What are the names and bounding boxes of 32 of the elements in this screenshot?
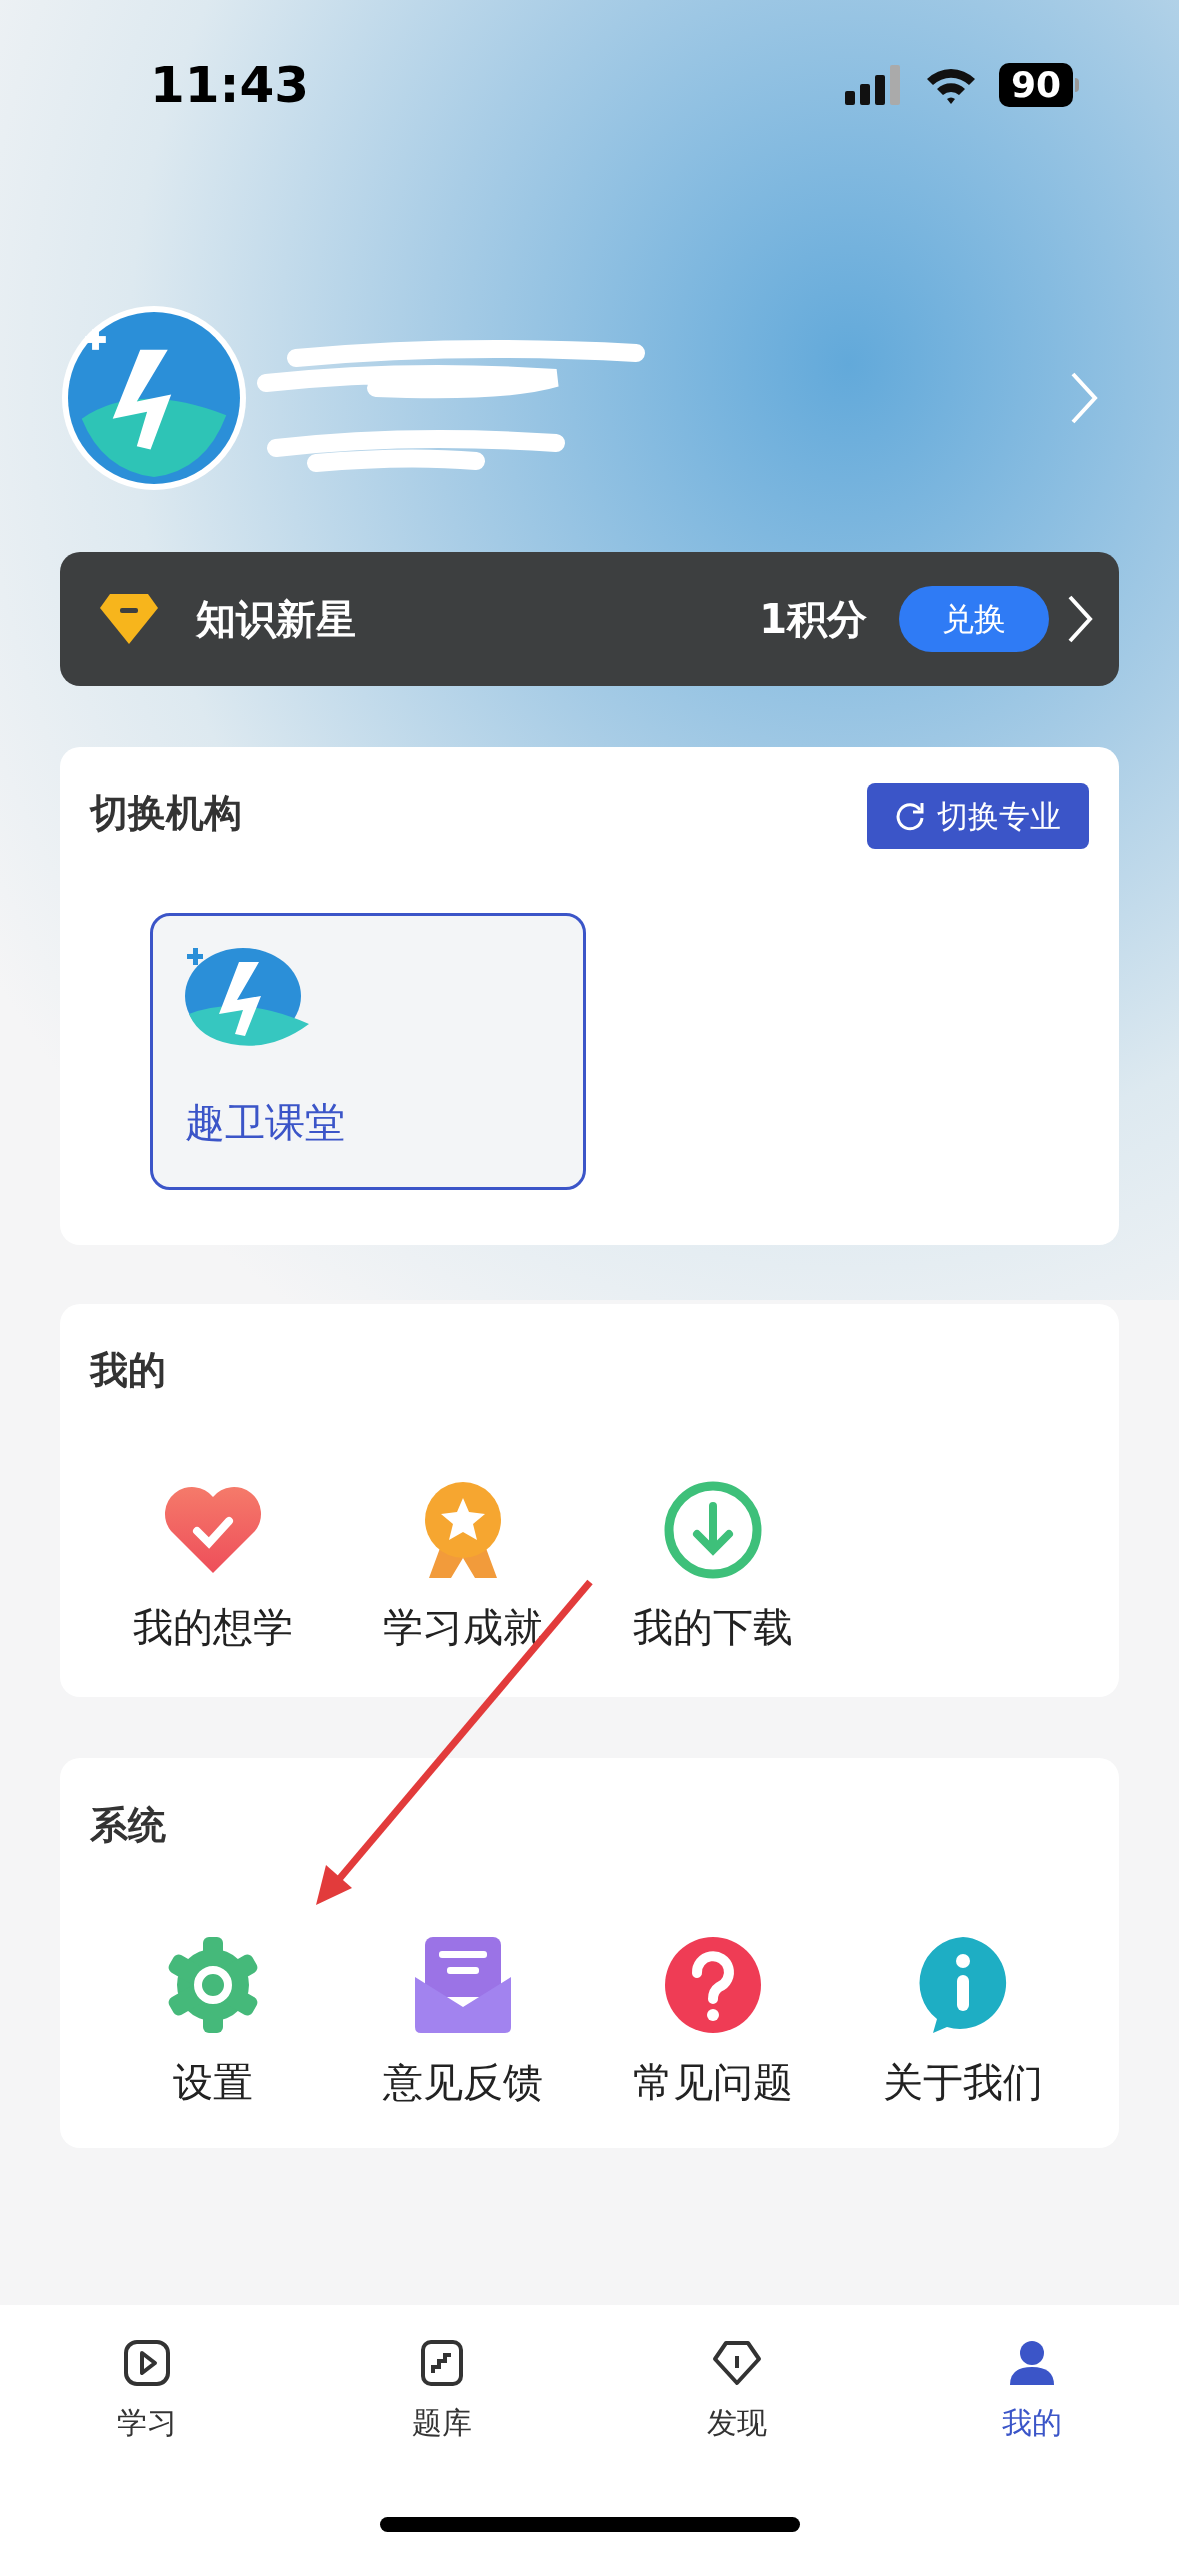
section-title: 我的 bbox=[90, 1347, 166, 1394]
exchange-button[interactable]: 兑换 bbox=[899, 586, 1049, 652]
switch-major-button[interactable]: 切换专业 bbox=[867, 783, 1089, 849]
chevron-right-icon[interactable] bbox=[1067, 594, 1093, 644]
menu-item[interactable]: 我的想学 bbox=[88, 1480, 338, 1652]
tab[interactable]: 发现 bbox=[589, 2339, 885, 2443]
tab[interactable]: 学习 bbox=[0, 2339, 295, 2443]
download-icon bbox=[663, 1480, 763, 1580]
institution-tile[interactable]: 趣卫课堂 bbox=[150, 913, 586, 1190]
membership-bar[interactable]: 知识新星 1积分 兑换 bbox=[60, 552, 1119, 686]
section-title: 切换机构 bbox=[90, 790, 242, 837]
play-icon bbox=[123, 2339, 172, 2387]
menu-item[interactable]: 意见反馈 bbox=[338, 1935, 588, 2107]
person-icon bbox=[1007, 2339, 1056, 2387]
section-title: 系统 bbox=[90, 1802, 166, 1849]
rank-name: 知识新星 bbox=[196, 595, 356, 644]
refresh-icon bbox=[895, 801, 925, 831]
status-time: 11:43 bbox=[150, 54, 310, 116]
envelope-icon bbox=[413, 1935, 513, 2035]
tab[interactable]: 题库 bbox=[294, 2339, 590, 2443]
menu-item[interactable]: 我的下载 bbox=[588, 1480, 838, 1652]
heart-check-icon bbox=[163, 1485, 263, 1575]
tab[interactable]: 我的 bbox=[884, 2339, 1179, 2443]
menu-item[interactable]: 常见问题 bbox=[588, 1935, 838, 2107]
points-count: 1积分 bbox=[759, 595, 867, 644]
menu-item[interactable]: 关于我们 bbox=[838, 1935, 1088, 2107]
diamond-icon bbox=[100, 594, 158, 644]
menu-item[interactable]: 设置 bbox=[88, 1935, 338, 2107]
stairs-icon bbox=[420, 2339, 465, 2387]
medal-icon bbox=[423, 1480, 503, 1580]
help-icon bbox=[663, 1935, 763, 2035]
signal-icon bbox=[844, 65, 903, 105]
